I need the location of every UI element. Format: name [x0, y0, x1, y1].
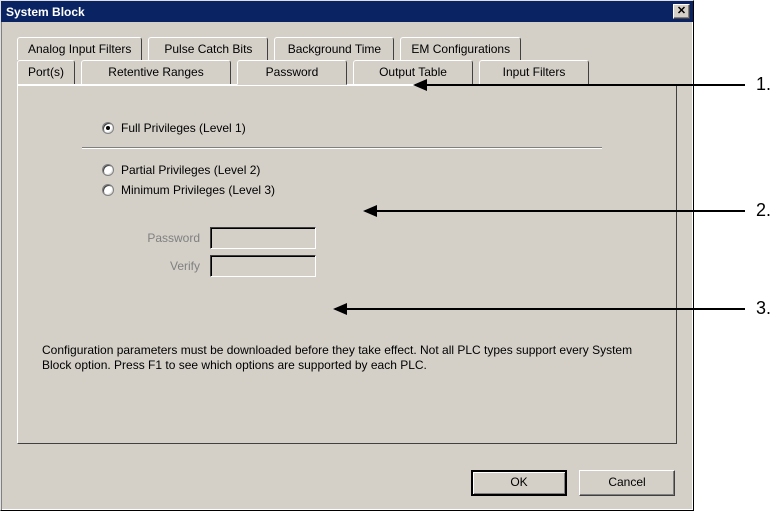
radio-partial-privileges[interactable]: Partial Privileges (Level 2) — [102, 163, 652, 177]
radio-label: Minimum Privileges (Level 3) — [121, 183, 275, 197]
verify-input[interactable] — [210, 255, 316, 277]
tab-em-configurations[interactable]: EM Configurations — [400, 37, 521, 60]
annotation-label-2: 2. — [756, 200, 771, 221]
tab-row-top: Analog Input Filters Pulse Catch Bits Ba… — [17, 36, 677, 59]
tab-rows: Analog Input Filters Pulse Catch Bits Ba… — [17, 36, 677, 84]
system-block-dialog: System Block ✕ Analog Input Filters Puls… — [0, 0, 694, 511]
tab-row-bottom: Port(s) Retentive Ranges Password Output… — [17, 59, 677, 84]
titlebar: System Block ✕ — [1, 1, 693, 22]
radio-label: Partial Privileges (Level 2) — [121, 163, 260, 177]
ok-button[interactable]: OK — [471, 470, 567, 496]
tab-analog-input-filters[interactable]: Analog Input Filters — [17, 37, 142, 60]
password-input[interactable] — [210, 227, 316, 249]
annotation-arrow-2 — [365, 210, 745, 212]
radio-icon — [102, 122, 114, 134]
close-button[interactable]: ✕ — [673, 4, 690, 19]
annotation-arrow-1 — [415, 84, 745, 86]
tab-input-filters[interactable]: Input Filters — [479, 60, 589, 85]
radio-label: Full Privileges (Level 1) — [121, 121, 246, 135]
password-field-row: Password — [126, 227, 652, 249]
tab-pulse-catch-bits[interactable]: Pulse Catch Bits — [148, 37, 268, 60]
radio-icon — [102, 184, 114, 196]
window-title: System Block — [6, 5, 85, 19]
tab-background-time[interactable]: Background Time — [274, 37, 394, 60]
radio-full-privileges[interactable]: Full Privileges (Level 1) — [102, 121, 652, 135]
annotation-label-1: 1. — [756, 74, 771, 95]
verify-label: Verify — [126, 259, 200, 273]
close-icon: ✕ — [677, 5, 686, 17]
radio-icon — [102, 164, 114, 176]
annotation-arrow-3 — [335, 308, 745, 310]
tab-ports[interactable]: Port(s) — [17, 60, 75, 85]
password-panel: Full Privileges (Level 1) Partial Privil… — [17, 84, 677, 444]
privilege-radio-group-lower: Partial Privileges (Level 2) Minimum Pri… — [102, 163, 652, 197]
privilege-radio-group: Full Privileges (Level 1) — [102, 121, 652, 135]
annotation-label-3: 3. — [756, 298, 771, 319]
verify-field-row: Verify — [126, 255, 652, 277]
footer-text: Configuration parameters must be downloa… — [42, 343, 652, 373]
radio-minimum-privileges[interactable]: Minimum Privileges (Level 3) — [102, 183, 652, 197]
dialog-content: Analog Input Filters Pulse Catch Bits Ba… — [1, 22, 693, 510]
tab-password[interactable]: Password — [237, 60, 347, 85]
tab-retentive-ranges[interactable]: Retentive Ranges — [81, 60, 231, 85]
cancel-button[interactable]: Cancel — [579, 470, 675, 496]
button-row: OK Cancel — [471, 470, 675, 496]
separator — [82, 147, 602, 149]
password-label: Password — [126, 231, 200, 245]
